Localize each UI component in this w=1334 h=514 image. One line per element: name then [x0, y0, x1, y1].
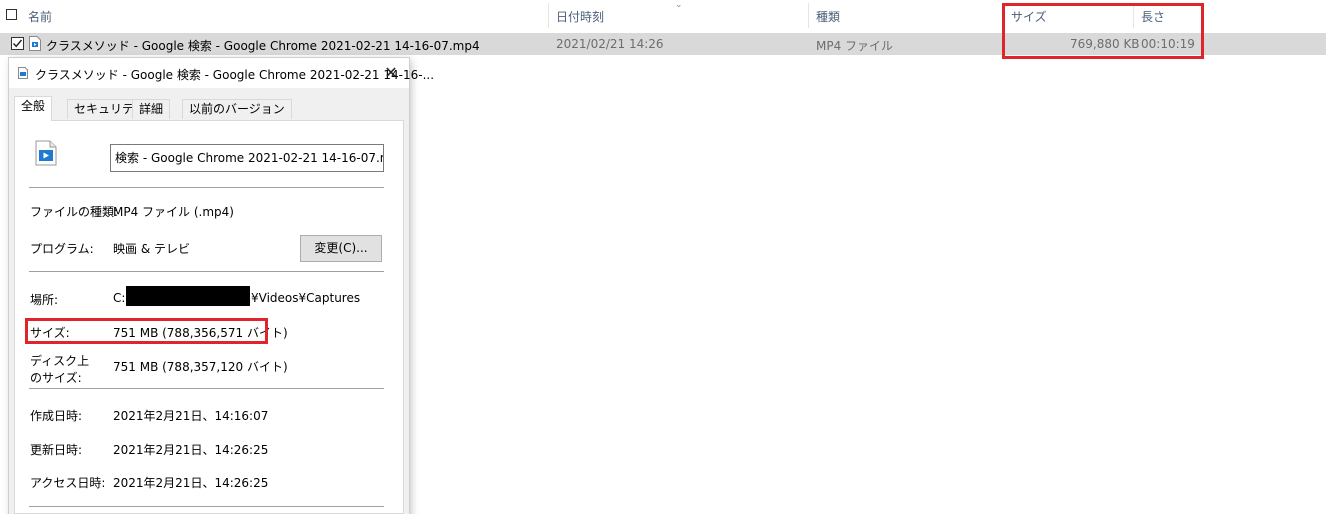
location-suffix: ¥Videos¥Captures — [251, 291, 361, 305]
column-separator[interactable] — [808, 3, 809, 28]
sort-chevron-icon: ⌄ — [675, 0, 683, 10]
divider — [29, 187, 384, 188]
filename-input[interactable]: 検索 - Google Chrome 2021-02-21 14-16-07.m… — [110, 144, 384, 172]
divider — [29, 506, 384, 507]
row-checkbox[interactable] — [11, 37, 24, 50]
dialog-titlebar[interactable]: クラスメソッド - Google 検索 - Google Chrome 2021… — [9, 58, 434, 88]
tab-general[interactable]: 全般 — [14, 96, 53, 121]
video-file-icon — [35, 140, 57, 166]
location-label: 場所: — [30, 293, 59, 307]
disk-size-value: 751 MB (788,357,120 バイト) — [113, 360, 288, 374]
screen: 名前 ⌄ 日付時刻 種類 サイズ 長さ クラスメソッド - Google 検索 … — [0, 0, 1334, 514]
accessed-label: アクセス日時: — [30, 476, 106, 490]
file-type-label: ファイルの種類: — [30, 205, 119, 219]
created-value: 2021年2月21日、14:16:07 — [113, 409, 269, 423]
modified-value: 2021年2月21日、14:26:25 — [113, 443, 269, 457]
divider — [29, 271, 384, 272]
column-name[interactable]: 名前 — [28, 8, 52, 25]
file-type: MP4 ファイル — [816, 39, 894, 53]
dialog-tabs: 全般 セキュリティ 詳細 以前のバージョン — [9, 96, 409, 121]
modified-label: 更新日時: — [30, 443, 83, 457]
change-program-button[interactable]: 変更(C)... — [300, 235, 382, 262]
column-type[interactable]: 種類 — [816, 8, 840, 25]
video-file-icon — [18, 67, 28, 79]
disk-size-label-line2: のサイズ: — [30, 371, 82, 385]
file-name: クラスメソッド - Google 検索 - Google Chrome 2021… — [46, 39, 480, 53]
column-separator[interactable] — [548, 3, 549, 28]
accessed-value: 2021年2月21日、14:26:25 — [113, 476, 269, 490]
file-date: 2021/02/21 14:26 — [556, 37, 664, 51]
program-value: 映画 & テレビ — [113, 242, 190, 256]
tab-previous-versions[interactable]: 以前のバージョン — [182, 99, 292, 119]
redacted-path-segment — [126, 286, 250, 306]
dialog-title: クラスメソッド - Google 検索 - Google Chrome 2021… — [35, 68, 435, 82]
program-label: プログラム: — [30, 242, 94, 256]
highlight-size-length-box — [1002, 3, 1204, 59]
checkmark-icon — [12, 39, 23, 48]
select-all-checkbox[interactable] — [6, 9, 17, 20]
highlight-size-box — [25, 318, 268, 344]
column-date[interactable]: 日付時刻 — [556, 8, 604, 25]
close-icon[interactable]: ✕ — [381, 63, 401, 83]
file-type-value: MP4 ファイル (.mp4) — [113, 205, 234, 219]
disk-size-label-line1: ディスク上 — [30, 354, 90, 368]
divider — [29, 388, 384, 389]
tab-details[interactable]: 詳細 — [132, 99, 171, 119]
created-label: 作成日時: — [30, 409, 83, 423]
video-file-icon — [29, 36, 41, 51]
